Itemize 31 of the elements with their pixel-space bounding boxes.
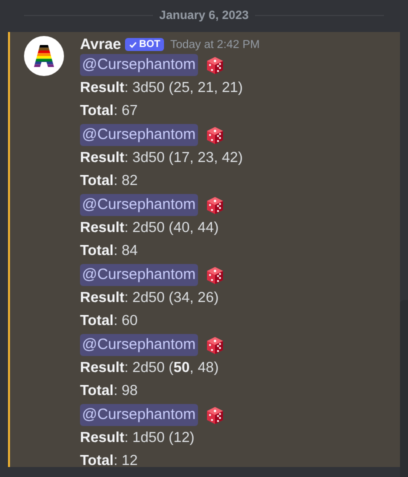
user-mention[interactable]: @Cursephantom: [80, 404, 198, 426]
result-text: Result: 3d50 (25, 21, 21): [80, 79, 244, 98]
user-mention[interactable]: @Cursephantom: [80, 54, 198, 76]
user-mention[interactable]: @Cursephantom: [80, 194, 198, 216]
rainbow-logo-icon: [34, 45, 54, 67]
result-text: Result: 2d50 (40, 44): [80, 219, 220, 238]
total-text: Total: 67: [80, 102, 139, 121]
date-divider: January 6, 2023: [159, 8, 249, 22]
bot-badge: BOT: [125, 38, 164, 51]
dice-icon: [206, 56, 224, 74]
result-text: Result: 2d50 (34, 26): [80, 289, 220, 308]
dice-icon: [206, 126, 224, 144]
user-mention[interactable]: @Cursephantom: [80, 264, 198, 286]
scrollbar[interactable]: [400, 300, 408, 477]
total-text: Total: 12: [80, 452, 139, 471]
author-name[interactable]: Avrae: [80, 36, 122, 53]
total-text: Total: 84: [80, 242, 139, 261]
timestamp: Today at 2:42 PM: [170, 38, 260, 50]
result-text: Result: 2d50 (50, 48): [80, 359, 220, 378]
user-mention[interactable]: @Cursephantom: [80, 124, 198, 146]
dice-icon: [206, 266, 224, 284]
result-text: Result: 3d50 (17, 23, 42): [80, 149, 244, 168]
dice-icon: [206, 406, 224, 424]
dice-icon: [206, 336, 224, 354]
total-text: Total: 60: [80, 312, 139, 331]
avatar[interactable]: [24, 36, 64, 76]
result-text: Result: 1d50 (12): [80, 429, 196, 448]
total-text: Total: 98: [80, 382, 139, 401]
dice-icon: [206, 196, 224, 214]
total-text: Total: 82: [80, 172, 139, 191]
user-mention[interactable]: @Cursephantom: [80, 334, 198, 356]
